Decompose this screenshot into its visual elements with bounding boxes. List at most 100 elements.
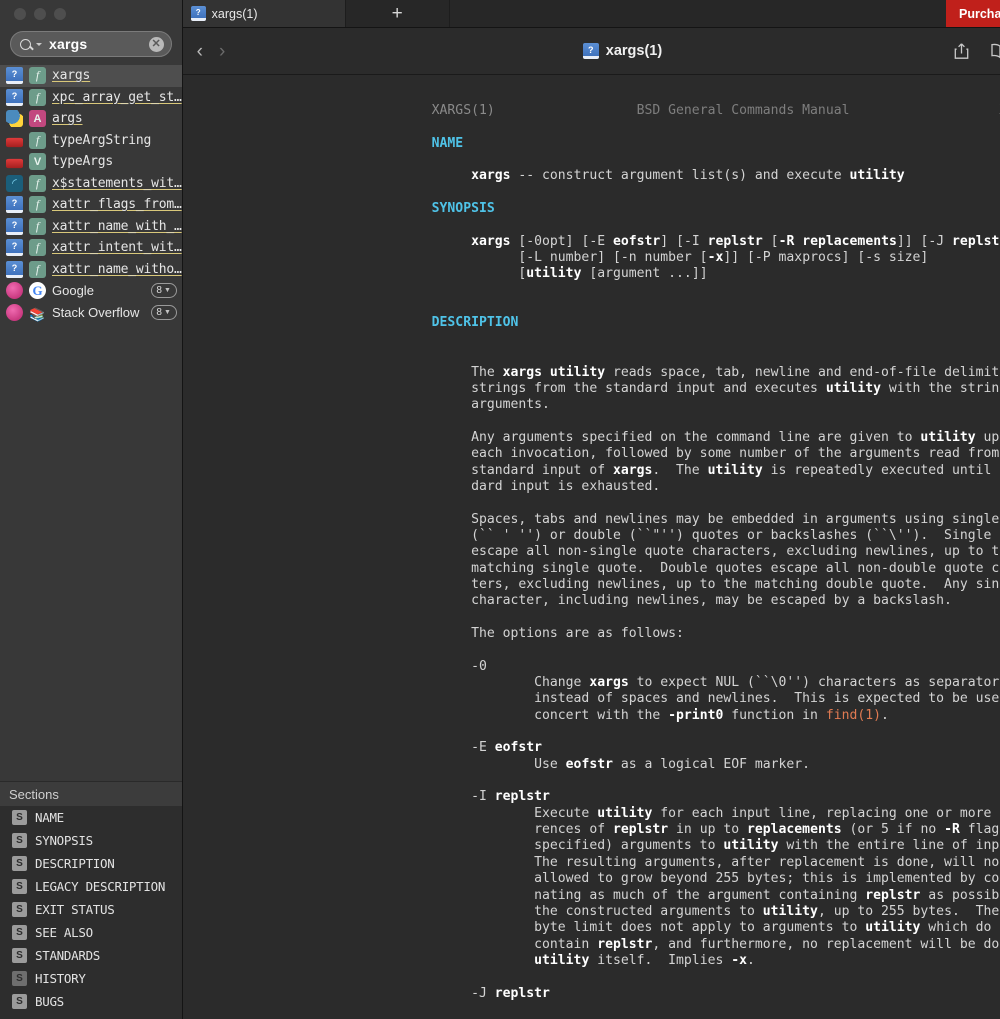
clear-search-icon[interactable]: ✕ bbox=[148, 36, 164, 52]
forward-button[interactable]: › bbox=[219, 42, 225, 61]
man-link[interactable]: find(1) bbox=[826, 708, 881, 723]
man-header-line: XARGS(1) BSD General Commands Manual XAR… bbox=[431, 103, 1000, 118]
result-count-badge[interactable]: 8 ▼ bbox=[150, 283, 177, 299]
sidebar: xargs ✕ ? f xargs? f xpc_array_get_st… Aargs f… bbox=[0, 0, 183, 1019]
ruby-docset-icon bbox=[6, 159, 23, 169]
page-title: xargs(1) bbox=[605, 43, 663, 59]
section-item[interactable]: S DESCRIPTION bbox=[0, 852, 182, 875]
man-docset-icon: ? bbox=[6, 239, 23, 257]
share-icon[interactable] bbox=[953, 42, 970, 60]
search-results-list: ? f xargs? f xpc_array_get_st… Aargs f typeArgS… bbox=[0, 65, 182, 323]
section-badge-icon: S bbox=[12, 994, 27, 1009]
sections-list: S NAME S SYNOPSIS S DESCRIPTION S LEGACY DESCRI… bbox=[0, 806, 182, 1013]
py-docset-icon bbox=[6, 110, 23, 128]
section-item[interactable]: S EXIT STATUS bbox=[0, 898, 182, 921]
zoom-button[interactable] bbox=[54, 8, 66, 20]
nav-toolbar bbox=[953, 42, 1000, 60]
tab-bar-filler bbox=[450, 0, 946, 27]
section-label: DESCRIPTION bbox=[35, 856, 115, 871]
search-result-item[interactable]: Aargs bbox=[0, 108, 182, 130]
section-badge-icon: S bbox=[12, 971, 27, 986]
search-result-item[interactable]: ? f xattr_name_witho… bbox=[0, 259, 182, 281]
navigation-bar: ‹ › ? xargs(1) bbox=[182, 28, 1000, 75]
symbol-type-badge: f bbox=[29, 260, 46, 278]
section-label: NAME bbox=[35, 810, 64, 825]
search-result-item[interactable]: ? f xattr_flags_from… bbox=[0, 194, 182, 216]
symbol-type-badge: f bbox=[29, 217, 46, 235]
web-docset-icon bbox=[6, 303, 23, 321]
symbol-type-badge: f bbox=[29, 196, 46, 214]
man-page-content: XARGS(1) BSD General Commands Manual XAR… bbox=[183, 103, 1000, 1002]
search-result-label: typeArgs bbox=[52, 154, 114, 170]
chevron-down-icon[interactable]: ▼ bbox=[164, 287, 171, 294]
section-item[interactable]: S BUGS bbox=[0, 990, 182, 1013]
search-result-item[interactable]: ? f xattr_intent_wit… bbox=[0, 237, 182, 259]
minimize-button[interactable] bbox=[34, 8, 46, 20]
search-result-label: xattr_flags_from… bbox=[52, 197, 182, 213]
section-label: STANDARDS bbox=[35, 948, 101, 963]
tab-bar: ? xargs(1) + Purchase Dash bbox=[182, 0, 1000, 28]
search-container: xargs ✕ bbox=[0, 28, 182, 65]
chevron-down-icon[interactable] bbox=[36, 42, 42, 46]
close-button[interactable] bbox=[14, 8, 26, 20]
section-label: LEGACY DESCRIPTION bbox=[35, 879, 166, 894]
section-label: SYNOPSIS bbox=[35, 833, 93, 848]
chevron-down-icon[interactable]: ▼ bbox=[164, 309, 171, 316]
section-label: EXIT STATUS bbox=[35, 902, 115, 917]
search-field[interactable]: xargs ✕ bbox=[10, 31, 172, 57]
web-search-item[interactable]: 📚 Stack Overflow 8 ▼ bbox=[0, 302, 182, 324]
result-count: 8 bbox=[156, 306, 162, 318]
sections-title: Sections bbox=[0, 782, 182, 806]
ruby-docset-icon bbox=[6, 137, 23, 147]
library-icon[interactable] bbox=[990, 43, 1000, 59]
web-search-item[interactable]: G Google 8 ▼ bbox=[0, 280, 182, 302]
man-docset-icon: ? bbox=[6, 260, 23, 278]
section-item[interactable]: S NAME bbox=[0, 806, 182, 829]
new-tab-button[interactable]: + bbox=[346, 0, 450, 27]
search-icon bbox=[20, 38, 31, 50]
symbol-type-badge: f bbox=[29, 131, 46, 149]
search-result-item[interactable]: VtypeArgs bbox=[0, 151, 182, 173]
man-docset-icon: ? bbox=[6, 67, 23, 85]
main-area: ? xargs(1) + Purchase Dash ‹ › ? xargs(1… bbox=[182, 0, 1000, 1019]
app-window: xargs ✕ ? f xargs? f xpc_array_get_st… Aargs f… bbox=[0, 0, 1000, 1019]
search-result-item[interactable]: ? f xpc_array_get_st… bbox=[0, 87, 182, 109]
search-result-item[interactable]: ? f xargs bbox=[0, 65, 182, 87]
nav-title-group: ? xargs(1) bbox=[183, 43, 1000, 59]
section-item[interactable]: S HISTORY bbox=[0, 967, 182, 990]
section-label: SEE ALSO bbox=[35, 925, 93, 940]
swift-docset-icon: ◜ bbox=[6, 174, 23, 192]
search-input[interactable]: xargs bbox=[49, 36, 144, 52]
back-button[interactable]: ‹ bbox=[197, 42, 203, 61]
section-label: BUGS bbox=[35, 994, 64, 1009]
section-label: HISTORY bbox=[35, 971, 86, 986]
search-result-label: typeArgString bbox=[52, 132, 152, 148]
sections-panel: Sections S NAME S SYNOPSIS S DESCRIPTION S LEGA… bbox=[0, 781, 182, 1019]
symbol-type-badge: f bbox=[29, 239, 46, 257]
section-item[interactable]: S SEE ALSO bbox=[0, 921, 182, 944]
man-page-icon: ? bbox=[190, 6, 206, 21]
tab-xargs[interactable]: ? xargs(1) bbox=[182, 0, 346, 27]
search-result-item[interactable]: ◜ f x$statements_wit… bbox=[0, 173, 182, 195]
tab-title: xargs(1) bbox=[211, 6, 258, 21]
man-docset-icon: ? bbox=[6, 217, 23, 235]
search-result-item[interactable]: ? f xattr_name_with_… bbox=[0, 216, 182, 238]
google-icon: G bbox=[29, 282, 46, 300]
section-item[interactable]: S LEGACY DESCRIPTION bbox=[0, 875, 182, 898]
search-result-label: xattr_name_witho… bbox=[52, 261, 182, 277]
window-traffic-lights bbox=[0, 0, 182, 28]
section-item[interactable]: S SYNOPSIS bbox=[0, 829, 182, 852]
section-item[interactable]: S STANDARDS bbox=[0, 944, 182, 967]
search-result-item[interactable]: f typeArgString bbox=[0, 130, 182, 152]
stackoverflow-icon: 📚 bbox=[29, 306, 46, 322]
man-section-heading: NAME bbox=[431, 135, 464, 151]
section-badge-icon: S bbox=[12, 810, 27, 825]
result-count: 8 bbox=[156, 285, 162, 297]
nav-arrows: ‹ › bbox=[197, 42, 226, 61]
search-result-label: xargs bbox=[52, 68, 91, 84]
purchase-dash-button[interactable]: Purchase Dash bbox=[946, 0, 1000, 27]
section-badge-icon: S bbox=[12, 856, 27, 871]
search-result-label: xattr_intent_wit… bbox=[52, 240, 182, 256]
result-count-badge[interactable]: 8 ▼ bbox=[150, 304, 177, 320]
man-section-heading: SYNOPSIS bbox=[431, 201, 495, 217]
